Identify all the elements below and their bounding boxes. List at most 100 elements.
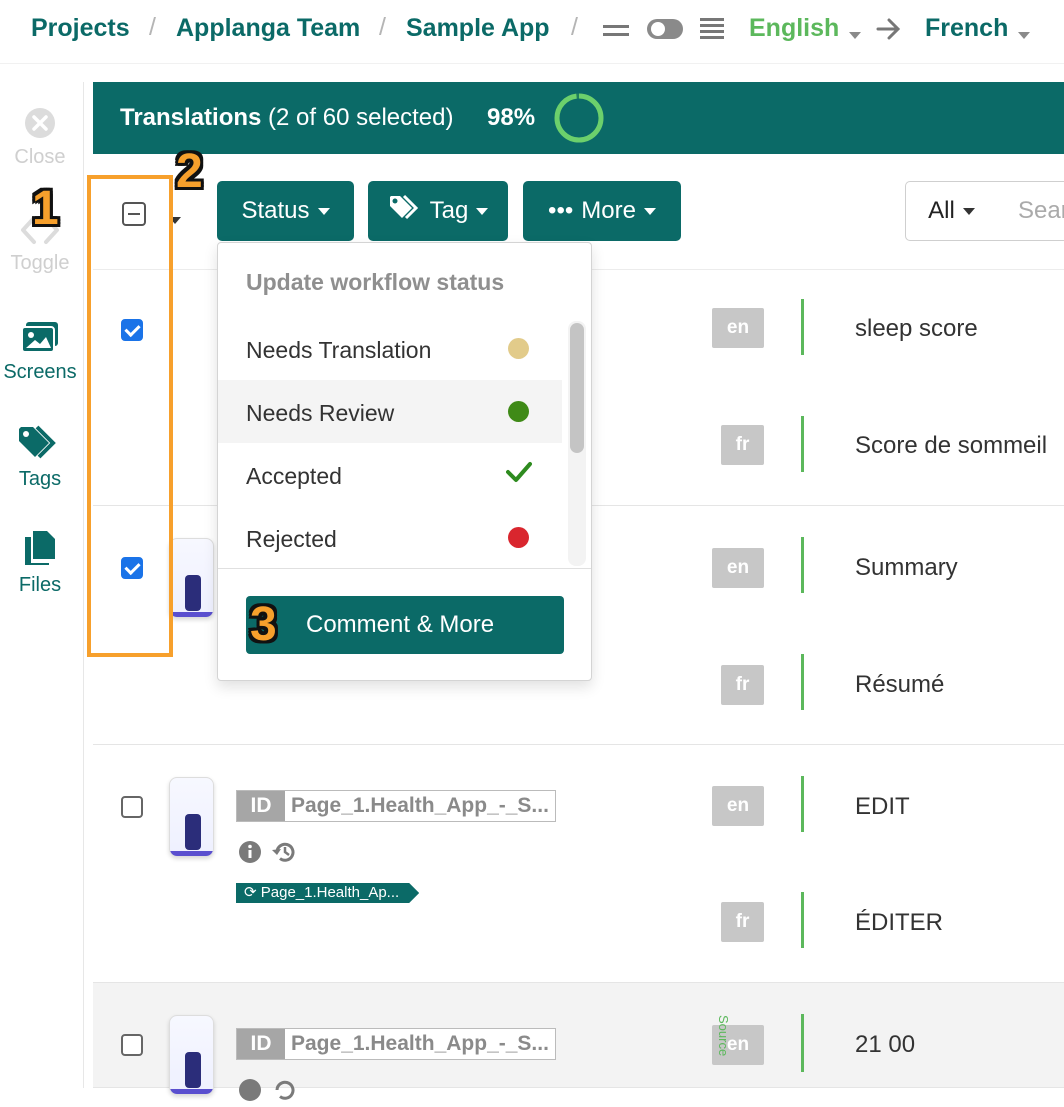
- key-name-field[interactable]: ID Page_1.Health_App_-_S...: [236, 790, 556, 822]
- dropdown-scrollbar-thumb[interactable]: [570, 323, 584, 453]
- screenshot-thumbnail[interactable]: [169, 538, 214, 618]
- ellipsis-icon: •••: [548, 197, 574, 224]
- key-tag-label: Page_1.Health_Ap...: [260, 884, 400, 901]
- annotation-highlight-box: [87, 175, 173, 657]
- menu-item-label: Rejected: [246, 526, 337, 552]
- equals-icon[interactable]: [603, 22, 629, 45]
- language-badge: en: [712, 786, 764, 826]
- sidebar-item-label: Files: [18, 574, 62, 596]
- chevron-down-icon[interactable]: [849, 27, 861, 45]
- filter-all-dropdown[interactable]: All: [905, 181, 998, 241]
- arrow-right-icon: [876, 17, 902, 46]
- row-checkbox[interactable]: [121, 796, 143, 818]
- progress-ring-fill: [554, 93, 604, 143]
- translations-title-bold: Translations: [120, 104, 262, 131]
- annotation-label-1: 1: [32, 182, 59, 235]
- info-icon[interactable]: [238, 1078, 262, 1107]
- images-icon: [20, 322, 60, 358]
- chevron-down-icon: [962, 207, 975, 215]
- tags-icon: [17, 425, 63, 465]
- checkmark-icon: [506, 461, 532, 489]
- list-lines-icon[interactable]: [700, 17, 724, 46]
- status-bar: [801, 776, 804, 832]
- source-text[interactable]: EDIT: [855, 793, 910, 821]
- top-breadcrumb-bar: Projects / Applanga Team / Sample App / …: [0, 0, 1064, 64]
- menu-item-accepted[interactable]: Accepted: [218, 443, 562, 506]
- tag-button[interactable]: Tag: [368, 181, 508, 241]
- dropdown-divider: [218, 568, 591, 569]
- key-tag-chip[interactable]: ⟳ Page_1.Health_Ap...: [236, 883, 419, 903]
- sidebar-item-files[interactable]: Files: [0, 529, 80, 597]
- chevron-down-icon[interactable]: [1018, 27, 1030, 45]
- key-name: Page_1.Health_App_-_S...: [291, 1032, 549, 1055]
- source-text[interactable]: sleep score: [855, 315, 978, 343]
- source-language-selector[interactable]: English: [749, 14, 839, 43]
- id-badge: ID: [237, 791, 285, 821]
- menu-item-label: Needs Translation: [246, 337, 432, 363]
- chevron-down-icon: [317, 207, 330, 215]
- id-badge: ID: [237, 1029, 285, 1059]
- sidebar-item-screens[interactable]: Screens: [0, 320, 80, 384]
- status-dot-icon: [508, 401, 529, 422]
- target-language-selector[interactable]: French: [925, 14, 1008, 43]
- breadcrumb-team[interactable]: Applanga Team: [176, 14, 360, 43]
- status-bar: [801, 537, 804, 593]
- breadcrumb-separator: /: [149, 13, 156, 41]
- sidebar-item-label: Screens: [3, 361, 77, 383]
- tag-button-label: Tag: [429, 197, 469, 224]
- status-bar: [801, 654, 804, 710]
- menu-item-rejected[interactable]: Rejected: [218, 506, 562, 569]
- selection-count: (2 of 60 selected): [268, 104, 454, 131]
- key-name-field[interactable]: ID Page_1.Health_App_-_S...: [236, 1028, 556, 1060]
- source-marker: Source: [716, 1015, 731, 1057]
- filter-all-label: All: [928, 197, 955, 224]
- sidebar-item-label: Tags: [18, 468, 62, 490]
- sidebar-item-close[interactable]: Close: [0, 107, 80, 169]
- screenshot-thumbnail[interactable]: [169, 777, 214, 857]
- chevron-down-icon: [476, 207, 489, 215]
- sync-icon: ⟳: [244, 884, 257, 901]
- breadcrumb-projects[interactable]: Projects: [31, 14, 130, 43]
- history-icon[interactable]: [271, 840, 297, 869]
- key-name: Page_1.Health_App_-_S...: [291, 794, 549, 817]
- more-button-label: More: [581, 197, 636, 224]
- status-dot-icon: [508, 527, 529, 548]
- search-input[interactable]: Search: [997, 181, 1064, 241]
- translation-text[interactable]: Résumé: [855, 671, 944, 699]
- progress-percent: 98%: [487, 104, 536, 131]
- language-badge: en: [712, 308, 764, 348]
- files-icon: [23, 531, 57, 571]
- translations-header: Translations (2 of 60 selected) 98%: [93, 82, 1064, 154]
- annotation-label-3: 3: [250, 598, 277, 651]
- status-button[interactable]: Status: [217, 181, 354, 241]
- status-button-label: Status: [241, 197, 310, 224]
- sidebar-item-tags[interactable]: Tags: [0, 425, 80, 491]
- row-checkbox[interactable]: [121, 1034, 143, 1056]
- comment-and-more-button[interactable]: Comment & More: [246, 596, 564, 654]
- more-button[interactable]: ••• More: [523, 181, 681, 241]
- source-text[interactable]: 21 00: [855, 1031, 915, 1059]
- translation-text[interactable]: ÉDITER: [855, 909, 943, 937]
- progress-ring-icon: [553, 92, 605, 149]
- status-bar: [801, 299, 804, 355]
- breadcrumb-app[interactable]: Sample App: [406, 14, 550, 43]
- menu-item-needs-translation[interactable]: Needs Translation: [218, 317, 562, 380]
- table-row: ID Page_1.Health_App_-_S... en 21 00: [93, 983, 1064, 1101]
- menu-item-needs-review[interactable]: Needs Review: [218, 380, 562, 443]
- language-badge: fr: [721, 425, 764, 465]
- history-icon[interactable]: [271, 1078, 297, 1107]
- source-text[interactable]: Summary: [855, 554, 958, 582]
- status-bar: [801, 1014, 804, 1072]
- language-badge: fr: [721, 902, 764, 942]
- table-row: ID Page_1.Health_App_-_S... ⟳ Page_1.Hea…: [93, 745, 1064, 983]
- status-bar: [801, 416, 804, 472]
- screenshot-thumbnail[interactable]: [169, 1015, 214, 1095]
- sidebar-item-label: Toggle: [10, 252, 70, 274]
- language-badge: fr: [721, 665, 764, 705]
- breadcrumb-separator: /: [379, 13, 386, 41]
- translation-text[interactable]: Score de sommeil: [855, 432, 1047, 460]
- tag-icon: [388, 194, 422, 229]
- toggle-switch-icon[interactable]: [646, 18, 684, 45]
- info-icon[interactable]: [238, 840, 262, 869]
- status-bar: [801, 892, 804, 948]
